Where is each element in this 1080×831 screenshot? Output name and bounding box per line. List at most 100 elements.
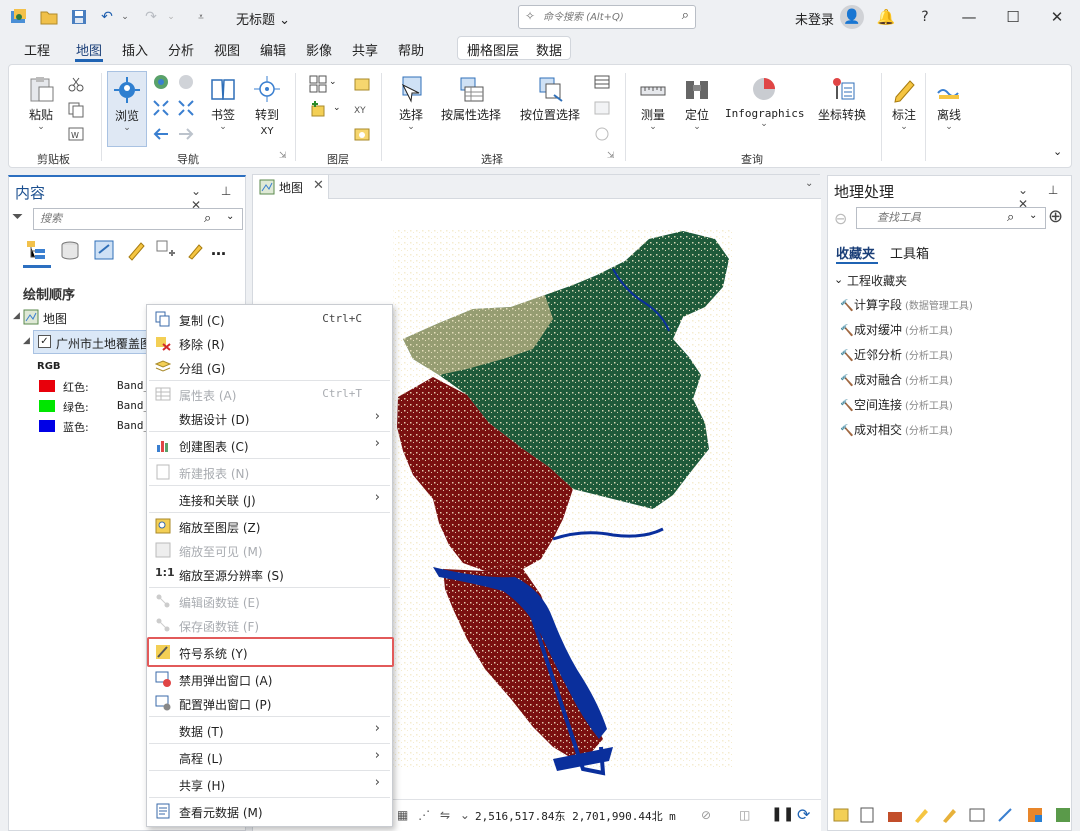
collapse-ribbon-icon[interactable]: ⌄ [1053, 145, 1062, 158]
add-tool-icon[interactable]: ⊕ [1048, 206, 1063, 227]
tab-favorites[interactable]: 收藏夹 [836, 243, 875, 262]
tab-data[interactable]: 数据 [536, 40, 562, 59]
table-pane-icon[interactable] [968, 806, 986, 824]
command-search-input[interactable] [543, 9, 673, 25]
collapse-section-icon[interactable]: ⌄ [834, 273, 843, 286]
filter-icon[interactable]: ⏷ [12, 209, 23, 225]
back-arrow-icon[interactable] [152, 125, 170, 143]
attributes-icon[interactable] [593, 73, 611, 91]
menu-item-elevation[interactable]: 高程 (L) › [147, 745, 392, 769]
add-graphics-icon[interactable] [353, 125, 371, 143]
copy-icon[interactable] [67, 101, 85, 119]
menu-item-zoom-to-layer[interactable]: 缩放至图层 (Z) [147, 514, 392, 538]
add-data-icon[interactable] [309, 101, 327, 119]
select-button[interactable]: 选择 ⌄ [389, 75, 433, 132]
tool-pairwise-intersect[interactable]: 🔨成对相交 (分析工具) [840, 421, 953, 438]
convert-coordinates-button[interactable]: 坐标转换 [813, 75, 871, 123]
chevron-down-icon[interactable]: ⌄ [226, 211, 234, 222]
tab-imagery[interactable]: 影像 [306, 40, 332, 59]
menu-item-joins-relates[interactable]: 连接和关联 (J) › [147, 487, 392, 511]
bookmarks-button[interactable]: 书签 ⌄ [203, 75, 243, 132]
help-icon[interactable]: ? [914, 6, 936, 28]
tab-project[interactable]: 工程 [24, 40, 50, 59]
close-tab-icon[interactable]: ✕ [313, 178, 324, 193]
more-options-icon[interactable]: … [211, 241, 226, 259]
refresh-blocked-icon[interactable]: ◫ [739, 808, 750, 822]
layer-visibility-checkbox[interactable]: ✓ [38, 335, 51, 348]
menu-item-zoom-to-source-resolution[interactable]: 1:1 缩放至源分辨率 (S) [147, 562, 392, 586]
go-to-xy-button[interactable]: 转到 XY [247, 75, 287, 137]
toolbox-icon[interactable] [886, 806, 904, 824]
menu-item-remove[interactable]: 移除 (R) [147, 331, 392, 355]
tab-analysis[interactable]: 分析 [168, 40, 194, 59]
menu-item-copy[interactable]: 复制 (C) Ctrl+C [147, 307, 392, 331]
xy-table-icon[interactable]: XY [353, 101, 371, 119]
list-by-drawing-order-icon[interactable] [25, 239, 49, 261]
menu-item-configure-popups[interactable]: 配置弹出窗口 (P) [147, 691, 392, 715]
tool-calculate-field[interactable]: 🔨计算字段 (数据管理工具) [840, 296, 973, 313]
basemap-icon[interactable] [309, 75, 327, 93]
list-by-editing-icon[interactable] [125, 239, 147, 261]
raster-pane-icon[interactable] [1026, 806, 1044, 824]
contents-search[interactable]: ⌕ ⌄ [33, 208, 243, 230]
dropdown-icon[interactable]: ⌄ [329, 77, 337, 87]
label-pane-icon[interactable] [940, 806, 958, 824]
tab-raster-layer[interactable]: 栅格图层 [467, 40, 519, 59]
layer-name[interactable]: 广州市土地覆盖图 [56, 335, 152, 352]
menu-item-data[interactable]: 数据 (T) › [147, 718, 392, 742]
edit-pane-icon[interactable] [996, 806, 1014, 824]
tab-insert[interactable]: 插入 [122, 40, 148, 59]
properties-pane-icon[interactable] [1054, 806, 1072, 824]
full-extent-icon[interactable] [152, 73, 170, 91]
locate-button[interactable]: 定位 ⌄ [675, 75, 719, 132]
dialog-launcher-icon[interactable]: ⇲ [607, 151, 615, 161]
menu-item-create-chart[interactable]: 创建图表 (C) › [147, 433, 392, 457]
paste-button[interactable]: 粘贴 ⌄ [21, 75, 61, 132]
tab-list-dropdown-icon[interactable]: ⌄ [805, 178, 813, 189]
measure-button[interactable]: 测量 ⌄ [631, 75, 675, 132]
menu-item-disable-popups[interactable]: 禁用弹出窗口 (A) [147, 667, 392, 691]
zoom-in-fixed-icon[interactable] [152, 99, 170, 117]
minimize-button[interactable]: — [958, 6, 980, 28]
undo-dropdown-icon[interactable]: ⌄ [116, 8, 134, 26]
tab-map[interactable]: 地图 [76, 40, 102, 59]
layer-row-selected[interactable]: ✓ 广州市土地覆盖图 [33, 330, 153, 354]
pause-drawing-icon[interactable]: ❚❚ [771, 806, 794, 822]
list-by-labeling-icon[interactable] [185, 239, 207, 261]
list-by-source-icon[interactable] [59, 239, 81, 261]
tool-pairwise-dissolve[interactable]: 🔨成对融合 (分析工具) [840, 371, 953, 388]
customize-toolbar-icon[interactable]: ⩡ [192, 8, 210, 26]
chevron-down-icon[interactable]: ⌄ [1029, 210, 1037, 221]
notification-bell-icon[interactable]: 🔔 [875, 6, 897, 28]
collapse-layer-icon[interactable]: ◢ [23, 336, 30, 346]
close-window-button[interactable]: ✕ [1046, 6, 1068, 28]
tool-near[interactable]: 🔨近邻分析 (分析工具) [840, 346, 953, 363]
map-tab[interactable]: 地图 ✕ [253, 175, 329, 199]
menu-item-data-design[interactable]: 数据设计 (D) › [147, 406, 392, 430]
select-by-attributes-button[interactable]: 按属性选择 [439, 75, 503, 123]
open-project-icon[interactable] [40, 8, 58, 26]
login-status[interactable]: 未登录 [795, 9, 834, 28]
dialog-launcher-icon[interactable]: ⇲ [279, 151, 287, 161]
maximize-button[interactable]: ☐ [1002, 6, 1024, 28]
tool-spatial-join[interactable]: 🔨空间连接 (分析工具) [840, 396, 953, 413]
map-node-label[interactable]: 地图 [43, 310, 67, 327]
dropdown-icon[interactable]: ⌄ [333, 103, 341, 113]
copy-path-icon[interactable]: W [67, 125, 85, 143]
collapse-map-icon[interactable]: ◢ [13, 311, 20, 321]
catalog-icon[interactable] [832, 806, 850, 824]
contents-search-input[interactable] [40, 212, 180, 225]
cut-icon[interactable] [67, 75, 85, 93]
tab-help[interactable]: 帮助 [398, 40, 424, 59]
infographics-button[interactable]: Infographics ⌄ [725, 75, 804, 129]
label-button[interactable]: 标注 ⌄ [885, 75, 923, 132]
avatar[interactable]: 👤 [840, 5, 864, 29]
tab-edit[interactable]: 编辑 [260, 40, 286, 59]
command-search[interactable]: ✧ ⌕ [518, 5, 696, 29]
menu-item-group[interactable]: 分组 (G) [147, 355, 392, 379]
menu-item-view-metadata[interactable]: 查看元数据 (M) [147, 799, 392, 823]
document-title[interactable]: 无标题 ⌄ [236, 9, 290, 28]
menu-item-share[interactable]: 共享 (H) › [147, 772, 392, 796]
tool-pairwise-buffer[interactable]: 🔨成对缓冲 (分析工具) [840, 321, 953, 338]
find-tools-search[interactable]: ⌕ ⌄ [856, 207, 1046, 229]
